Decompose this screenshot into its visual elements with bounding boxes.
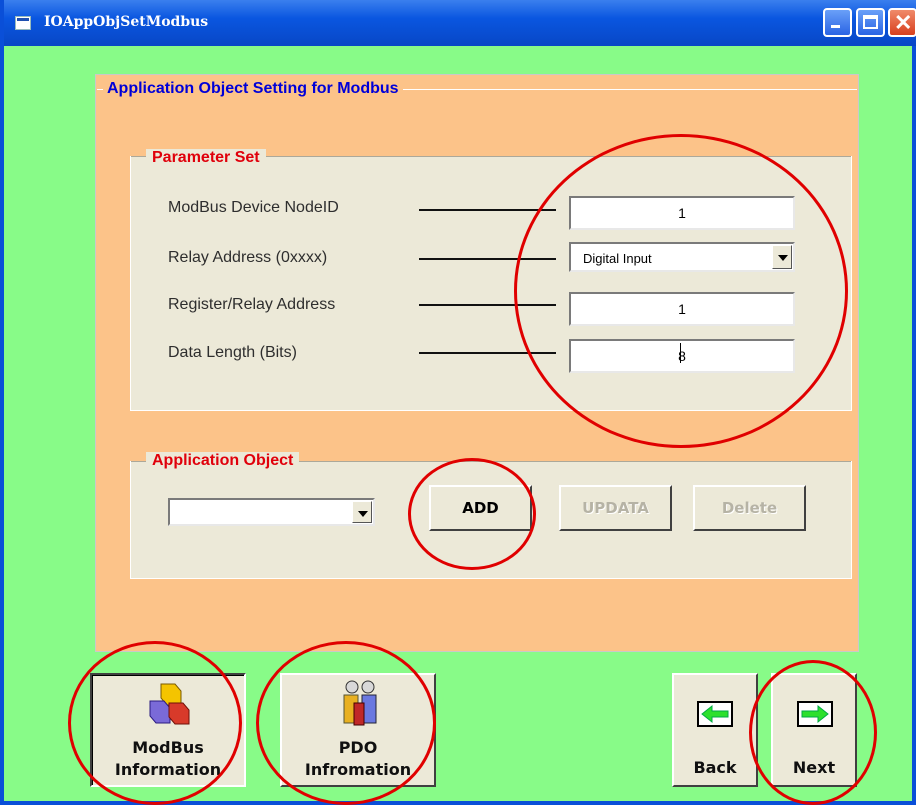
close-button[interactable]: ✕ — [888, 8, 916, 37]
title-bar[interactable]: IOAppObjSetModbus ✕ — [4, 0, 916, 46]
modbus-label-line1: ModBus — [132, 738, 204, 757]
frame-title: Application Object Setting for Modbus — [103, 80, 403, 98]
register-address-label: Register/Relay Address — [168, 296, 336, 313]
chevron-down-icon[interactable] — [352, 501, 372, 523]
people-icon — [343, 680, 377, 726]
chevron-down-icon[interactable] — [772, 245, 792, 269]
arrow-left-icon — [697, 701, 733, 727]
node-id-input[interactable]: 1 — [569, 196, 795, 230]
modbus-information-button[interactable]: ModBus Information — [90, 673, 246, 787]
add-button[interactable]: ADD — [429, 485, 532, 531]
minimize-icon — [831, 25, 840, 28]
window-icon — [15, 16, 31, 30]
data-length-leader-line — [419, 352, 556, 354]
next-button[interactable]: Next — [771, 673, 857, 787]
back-label: Back — [693, 758, 737, 777]
text-cursor — [680, 343, 681, 363]
modbus-label-line2: Information — [114, 760, 222, 779]
register-address-input[interactable]: 1 — [569, 292, 795, 326]
relay-address-leader-line — [419, 258, 556, 260]
next-label: Next — [792, 758, 836, 777]
minimize-button[interactable] — [823, 8, 852, 37]
window-title: IOAppObjSetModbus — [44, 14, 209, 30]
app-window: IOAppObjSetModbus ✕ Application Object S… — [0, 0, 916, 805]
pdo-information-button[interactable]: PDO Infromation — [280, 673, 436, 787]
relay-address-label: Relay Address (0xxxx) — [168, 249, 328, 266]
register-address-leader-line — [419, 304, 556, 306]
data-length-input[interactable]: 8 — [569, 339, 795, 373]
parameter-set-title: Parameter Set — [146, 149, 266, 167]
maximize-button[interactable] — [856, 8, 885, 37]
update-button[interactable]: UPDATA — [559, 485, 672, 531]
application-object-title: Application Object — [146, 452, 300, 470]
pdo-label-line1: PDO — [338, 738, 378, 757]
relay-address-select[interactable]: Digital Input — [569, 242, 795, 272]
pdo-label-line2: Infromation — [304, 760, 412, 779]
relay-address-value: Digital Input — [583, 251, 652, 266]
delete-button[interactable]: Delete — [693, 485, 806, 531]
maximize-icon — [863, 15, 878, 29]
back-button[interactable]: Back — [672, 673, 758, 787]
node-id-label: ModBus Device NodeID — [168, 199, 339, 216]
data-length-label: Data Length (Bits) — [168, 344, 297, 361]
application-object-select[interactable] — [168, 498, 375, 526]
arrow-right-icon — [797, 701, 833, 727]
cubes-icon — [149, 683, 190, 725]
close-icon: ✕ — [894, 10, 913, 35]
node-id-leader-line — [419, 209, 556, 211]
